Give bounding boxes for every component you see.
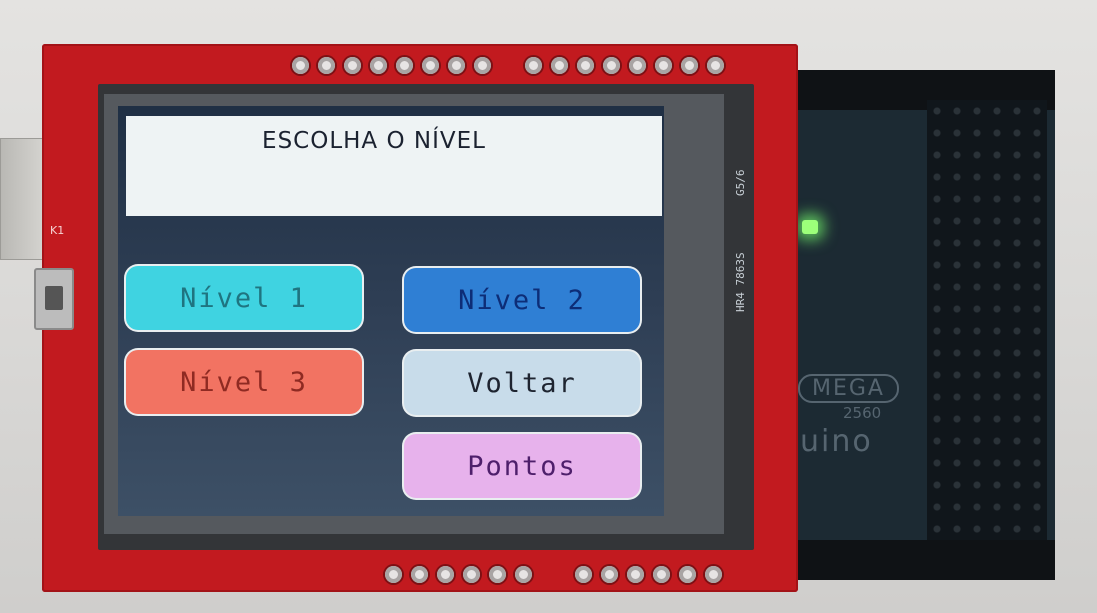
silkscreen-hr4: HR4 7863S bbox=[734, 252, 747, 312]
pin-row-bottom-right bbox=[575, 566, 722, 583]
pin-header-side bbox=[927, 100, 1047, 550]
reset-button[interactable] bbox=[34, 268, 74, 330]
mega-logo: MEGA bbox=[798, 374, 899, 403]
model-label: 2560 bbox=[843, 404, 882, 422]
arduino-mega-board bbox=[780, 70, 1055, 580]
pontos-button[interactable]: Pontos bbox=[404, 434, 640, 498]
pin-row-bottom-left bbox=[385, 566, 532, 583]
voltar-button[interactable]: Voltar bbox=[404, 351, 640, 415]
nivel-2-button[interactable]: Nível 2 bbox=[404, 268, 640, 332]
nivel-1-button[interactable]: Nível 1 bbox=[126, 266, 362, 330]
pin-row-top-left bbox=[292, 57, 491, 74]
k1-label: K1 bbox=[50, 224, 65, 237]
power-led bbox=[802, 220, 818, 234]
pin-header-bottom bbox=[780, 540, 1055, 580]
screen-title: ESCOLHA O NÍVEL bbox=[262, 128, 486, 154]
brand-label: uino bbox=[800, 424, 873, 459]
silkscreen-g56: G5/6 bbox=[734, 169, 747, 197]
pin-row-top-right bbox=[525, 57, 724, 74]
lcd-screen: ESCOLHA O NÍVEL Nível 1 Nível 2 Nível 3 … bbox=[118, 106, 664, 516]
nivel-3-button[interactable]: Nível 3 bbox=[126, 350, 362, 414]
title-panel: ESCOLHA O NÍVEL bbox=[126, 116, 662, 216]
